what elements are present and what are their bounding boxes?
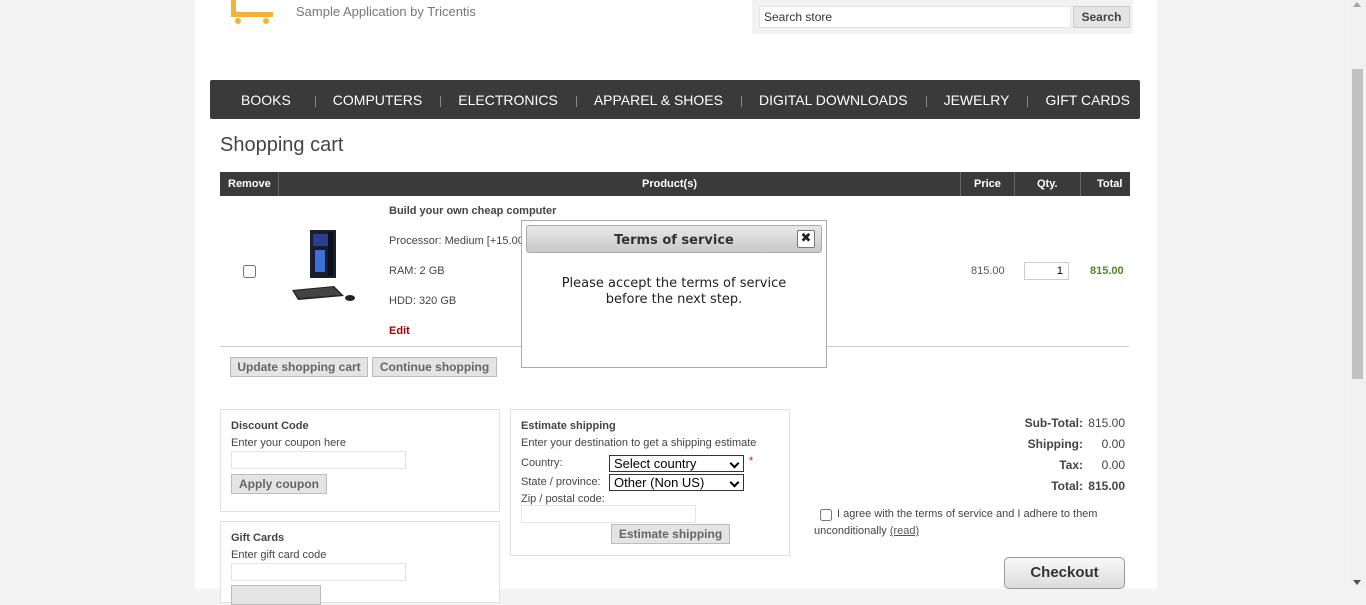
subtotal-label: Sub-Total: (1024, 416, 1083, 430)
nav-computers[interactable]: COMPUTERS (314, 92, 440, 108)
zip-label: Zip / postal code: (521, 493, 605, 505)
page-title: Shopping cart (220, 134, 344, 156)
dialog-title: Terms of service (614, 233, 734, 248)
nav-digital-downloads[interactable]: DIGITAL DOWNLOADS (741, 92, 926, 108)
scroll-up-arrow-icon[interactable] (1353, 2, 1361, 7)
update-cart-button[interactable]: Update shopping cart (230, 357, 368, 377)
nav-apparel-shoes[interactable]: APPAREL & SHOES (575, 92, 741, 108)
order-total-label: Total: (1051, 479, 1083, 493)
cart-table-header: Remove Product(s) Price Qty. Total (220, 172, 1130, 196)
discount-code-box: Discount Code Enter your coupon here App… (220, 409, 500, 512)
search-box: Search (752, 0, 1133, 34)
zip-input[interactable] (521, 505, 696, 523)
estimate-shipping-box: Estimate shipping Enter your destination… (510, 409, 790, 556)
state-select-value: Other (Non US) (614, 475, 705, 490)
search-input[interactable] (759, 6, 1071, 28)
product-image-computer[interactable] (288, 228, 360, 304)
nav-electronics[interactable]: ELECTRONICS (440, 92, 576, 108)
col-remove: Remove (228, 178, 271, 190)
dialog-message: Please accept the terms of service befor… (561, 276, 787, 307)
nav-gift-cards[interactable]: GIFT CARDS (1027, 92, 1148, 108)
state-select[interactable]: Other (Non US) (609, 474, 744, 491)
state-label: State / province: (521, 476, 601, 488)
shipping-hint: Enter your destination to get a shipping… (521, 437, 757, 449)
terms-read-link[interactable]: (read) (890, 525, 919, 537)
tax-value: 0.00 (1101, 458, 1125, 472)
product-attribute-hdd: HDD: 320 GB (389, 295, 457, 307)
checkout-button[interactable]: Checkout (1004, 557, 1125, 589)
col-price: Price (974, 178, 1001, 190)
product-attribute-ram: RAM: 2 GB (389, 265, 445, 277)
required-marker: * (749, 455, 754, 467)
nav-jewelry[interactable]: JEWELRY (925, 92, 1028, 108)
quantity-input[interactable] (1024, 262, 1069, 280)
nav-books[interactable]: BOOKS (210, 92, 315, 108)
col-qty: Qty. (1037, 178, 1058, 190)
shipping-label: Shipping: (1027, 437, 1083, 451)
edit-item-link[interactable]: Edit (389, 325, 410, 337)
dialog-titlebar[interactable]: Terms of service ✖ (526, 225, 822, 253)
estimate-shipping-button[interactable]: Estimate shipping (611, 524, 730, 544)
apply-coupon-button[interactable]: Apply coupon (231, 474, 327, 494)
gift-cards-hint: Enter gift card code (231, 549, 327, 561)
col-products: Product(s) (642, 178, 697, 190)
vertical-scrollbar[interactable] (1349, 0, 1366, 589)
continue-shopping-button[interactable]: Continue shopping (372, 357, 497, 377)
terms-of-service-text: I agree with the terms of service and I … (814, 506, 1114, 540)
country-select[interactable]: Select country (609, 455, 744, 472)
subtotal-value: 815.00 (1088, 416, 1125, 430)
shipping-title: Estimate shipping (521, 420, 616, 432)
unit-price: 815.00 (971, 265, 1005, 277)
col-total: Total (1097, 178, 1123, 190)
tax-label: Tax: (1059, 458, 1083, 472)
scroll-down-arrow-icon[interactable] (1353, 580, 1361, 585)
top-menu: BOOKS COMPUTERS ELECTRONICS APPAREL & SH… (210, 80, 1140, 119)
discount-title: Discount Code (231, 420, 309, 432)
discount-hint: Enter your coupon here (231, 437, 346, 449)
add-gift-card-button[interactable] (231, 585, 321, 605)
item-subtotal: 815.00 (1090, 265, 1124, 277)
country-label: Country: (521, 457, 563, 469)
page-container: Sample Application by Tricentis Search B… (195, 0, 1157, 605)
shopping-cart-logo-icon[interactable] (228, 0, 278, 24)
gift-card-code-input[interactable] (231, 563, 406, 581)
product-attribute-processor: Processor: Medium [+15.00] (389, 235, 527, 247)
shipping-value: 0.00 (1101, 437, 1125, 451)
gift-cards-title: Gift Cards (231, 532, 285, 544)
tagline: Sample Application by Tricentis (296, 4, 476, 19)
coupon-code-input[interactable] (231, 451, 406, 469)
order-total-value: 815.00 (1088, 479, 1125, 493)
scrollbar-thumb[interactable] (1352, 69, 1363, 379)
country-select-value: Select country (614, 456, 697, 471)
gift-cards-box: Gift Cards Enter gift card code (220, 521, 500, 605)
terms-label: I agree with the terms of service and I … (814, 508, 1098, 537)
search-button[interactable]: Search (1073, 6, 1130, 28)
product-name-link[interactable]: Build your own cheap computer (389, 205, 556, 217)
close-icon[interactable]: ✖ (797, 230, 815, 248)
terms-of-service-dialog: Terms of service ✖ Please accept the ter… (521, 220, 827, 368)
remove-item-checkbox[interactable] (243, 265, 256, 278)
